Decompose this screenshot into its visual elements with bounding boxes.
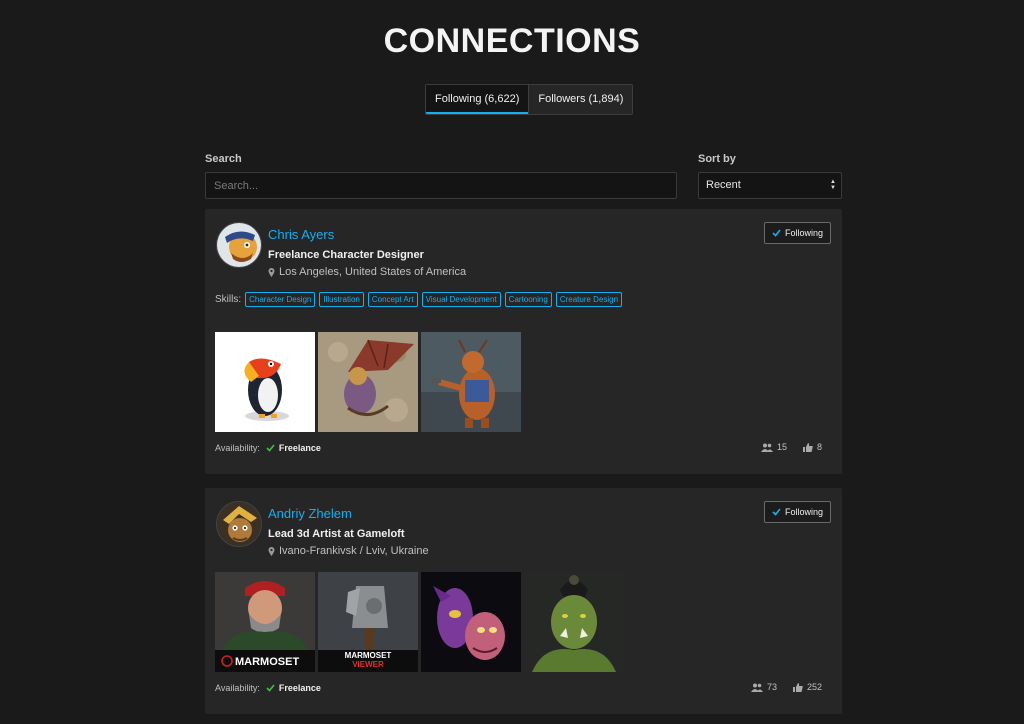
skill-tag[interactable]: Cartooning [504,292,552,307]
availability-label: Availability: [215,683,260,693]
search-input[interactable] [205,172,677,199]
avatar[interactable] [216,501,262,547]
availability-value: Freelance [278,683,321,693]
user-card: Andriy Zhelem Lead 3d Artist at Gameloft… [205,488,842,714]
thumbnail-caption: MARMOSET [345,651,392,660]
thumbs-up-icon [802,442,813,452]
artwork-thumbnail[interactable] [524,572,624,672]
avatar[interactable] [216,222,262,268]
artwork-thumbnail[interactable]: MARMOSET [215,572,315,672]
user-stats: 73 252 [750,682,822,692]
user-location: Los Angeles, United States of America [268,266,466,278]
thumbnail-caption: VIEWER [352,660,384,669]
check-icon [772,229,781,237]
artwork-thumbnails [215,332,521,432]
followers-count: 15 [776,442,787,452]
skill-tag[interactable]: Illustration [319,292,364,307]
following-button-label: Following [784,228,823,238]
skill-tag[interactable]: Visual Development [421,292,501,307]
likes-count: 8 [816,442,822,452]
page-title: CONNECTIONS [383,22,641,60]
availability: Availability: Freelance [215,683,321,693]
artwork-thumbnail[interactable] [215,332,315,432]
skill-tag[interactable]: Concept Art [367,292,418,307]
availability-value: Freelance [278,443,321,453]
skill-tag[interactable]: Character Design [245,292,316,307]
sort-label: Sort by [698,153,736,165]
check-icon [266,444,275,452]
tab-followers[interactable]: Followers (1,894) [528,85,633,114]
followers-icon [750,683,763,692]
availability-status: Freelance [266,443,321,453]
user-headline: Lead 3d Artist at Gameloft [268,528,405,540]
user-name[interactable]: Chris Ayers [268,227,334,242]
artwork-thumbnail[interactable] [421,332,521,432]
location-pin-icon [268,546,275,556]
likes-count: 252 [806,682,822,692]
search-label: Search [205,153,242,165]
availability: Availability: Freelance [215,443,321,453]
location-text: Los Angeles, United States of America [279,266,467,278]
skill-tag[interactable]: Creature Design [555,292,623,307]
check-icon [266,684,275,692]
artwork-thumbnails: MARMOSET MARMOSET VIEWER [215,572,624,672]
user-headline: Freelance Character Designer [268,249,424,261]
thumbnail-caption: MARMOSET [235,656,299,668]
user-name[interactable]: Andriy Zhelem [268,506,352,521]
artwork-thumbnail[interactable] [318,332,418,432]
availability-label: Availability: [215,443,260,453]
location-pin-icon [268,267,275,277]
select-arrows-icon: ▲ ▼ [830,179,836,191]
following-button[interactable]: Following [763,501,831,523]
followers-count: 73 [766,682,777,692]
user-card: Chris Ayers Freelance Character Designer… [205,209,842,474]
availability-status: Freelance [266,683,321,693]
location-text: Ivano-Frankivsk / Lviv, Ukraine [279,545,429,557]
following-button-label: Following [784,507,823,517]
artwork-thumbnail[interactable] [421,572,521,672]
skills-label: Skills: [215,294,242,305]
user-location: Ivano-Frankivsk / Lviv, Ukraine [268,545,429,557]
check-icon [772,508,781,516]
skills-list: Skills: Character Design Illustration Co… [215,292,623,307]
sort-select[interactable]: Recent ▲ ▼ [698,172,842,199]
thumbs-up-icon [792,682,803,692]
artwork-thumbnail[interactable]: MARMOSET VIEWER [318,572,418,672]
followers-icon [760,443,773,452]
user-stats: 15 8 [760,442,822,452]
connections-tabs: Following (6,622) Followers (1,894) [425,84,634,115]
sort-value: Recent [706,179,741,191]
tab-following[interactable]: Following (6,622) [426,85,529,114]
following-button[interactable]: Following [763,222,831,244]
